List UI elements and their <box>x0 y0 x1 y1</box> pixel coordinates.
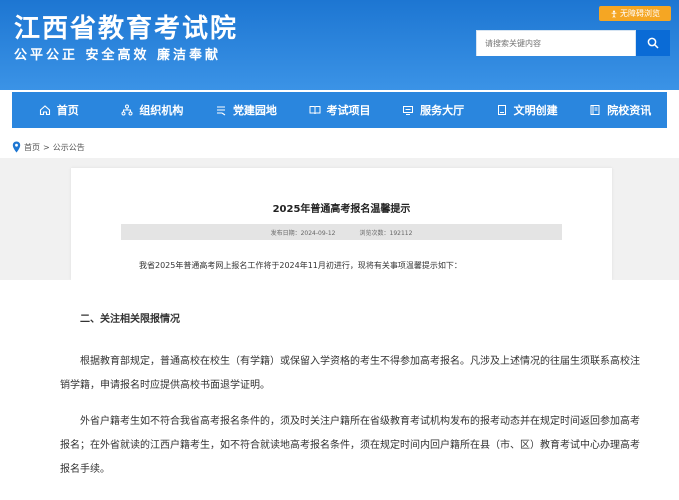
breadcrumb-current[interactable]: 公示公告 <box>53 142 85 153</box>
paragraph: 根据教育部规定，普通高校在校生（有学籍）或保留入学资格的考生不得参加高考报名。凡… <box>60 356 640 391</box>
nav-item-news[interactable]: 院校资讯 <box>573 92 667 128</box>
section-heading: 二、关注相关限报情况 <box>80 314 180 325</box>
publish-date-value: 2024-09-12 <box>300 229 336 237</box>
document-icon <box>497 105 506 115</box>
nav-item-label: 组织机构 <box>139 104 184 117</box>
site-title[interactable]: 江西省教育考试院 <box>14 8 238 45</box>
nav-item-organization[interactable]: 组织机构 <box>106 92 200 128</box>
nav-item-label: 首页 <box>56 104 79 117</box>
search-icon <box>647 37 659 49</box>
nav-item-civilization[interactable]: 文明创建 <box>480 92 574 128</box>
nav-item-label: 考试项目 <box>326 104 371 117</box>
article-meta: 发布日期：2024-09-12 浏览次数：192112 <box>121 224 562 240</box>
breadcrumb-home-link[interactable]: 首页 <box>24 142 40 153</box>
org-chart-icon <box>121 104 133 116</box>
search-button[interactable] <box>636 30 670 56</box>
search-input[interactable] <box>477 31 635 56</box>
publish-date: 发布日期：2024-09-12 <box>271 228 336 237</box>
search-box <box>476 30 636 56</box>
book-icon <box>309 106 321 115</box>
main-nav: 首页 组织机构 党建园地 考试项目 服务大厅 文明创建 院校资讯 <box>12 92 667 128</box>
nav-item-home[interactable]: 首页 <box>12 92 106 128</box>
view-count-value: 192112 <box>389 229 413 237</box>
party-icon <box>216 106 226 116</box>
service-icon <box>403 106 414 115</box>
article-title: 2025年普通高考报名温馨提示 <box>272 204 411 215</box>
publish-date-label: 发布日期： <box>270 229 301 237</box>
accessibility-button[interactable]: 无障碍浏览 <box>599 6 671 21</box>
nav-item-label: 院校资讯 <box>607 104 652 117</box>
breadcrumb: 首页 > 公示公告 <box>12 140 85 154</box>
location-pin-icon <box>12 141 21 153</box>
article-intro: 我省2025年普通高考网上报名工作将于2024年11月初进行，现将有关事项温馨提… <box>139 261 462 270</box>
accessibility-icon <box>611 10 617 18</box>
news-icon <box>590 105 600 115</box>
nav-item-label: 服务大厅 <box>420 104 465 117</box>
site-slogan: 公平公正 安全高效 廉洁奉献 <box>14 48 222 63</box>
view-count: 浏览次数：192112 <box>359 228 412 237</box>
nav-item-exams[interactable]: 考试项目 <box>293 92 387 128</box>
article-body: 二、关注相关限报情况 根据教育部规定，普通高校在校生（有学籍）或保留入学资格的考… <box>0 280 679 500</box>
home-icon <box>39 105 50 116</box>
nav-item-party[interactable]: 党建园地 <box>199 92 293 128</box>
view-count-label: 浏览次数： <box>359 229 390 237</box>
nav-item-label: 文明创建 <box>513 104 558 117</box>
accessibility-label: 无障碍浏览 <box>620 9 660 18</box>
breadcrumb-separator: > <box>43 142 50 152</box>
nav-item-service[interactable]: 服务大厅 <box>386 92 480 128</box>
nav-item-label: 党建园地 <box>232 104 277 117</box>
paragraph: 外省户籍考生如不符合我省高考报名条件的，须及时关注户籍所在省级教育考试机构发布的… <box>60 416 640 475</box>
article-card: 2025年普通高考报名温馨提示 发布日期：2024-09-12 浏览次数：192… <box>71 168 612 280</box>
